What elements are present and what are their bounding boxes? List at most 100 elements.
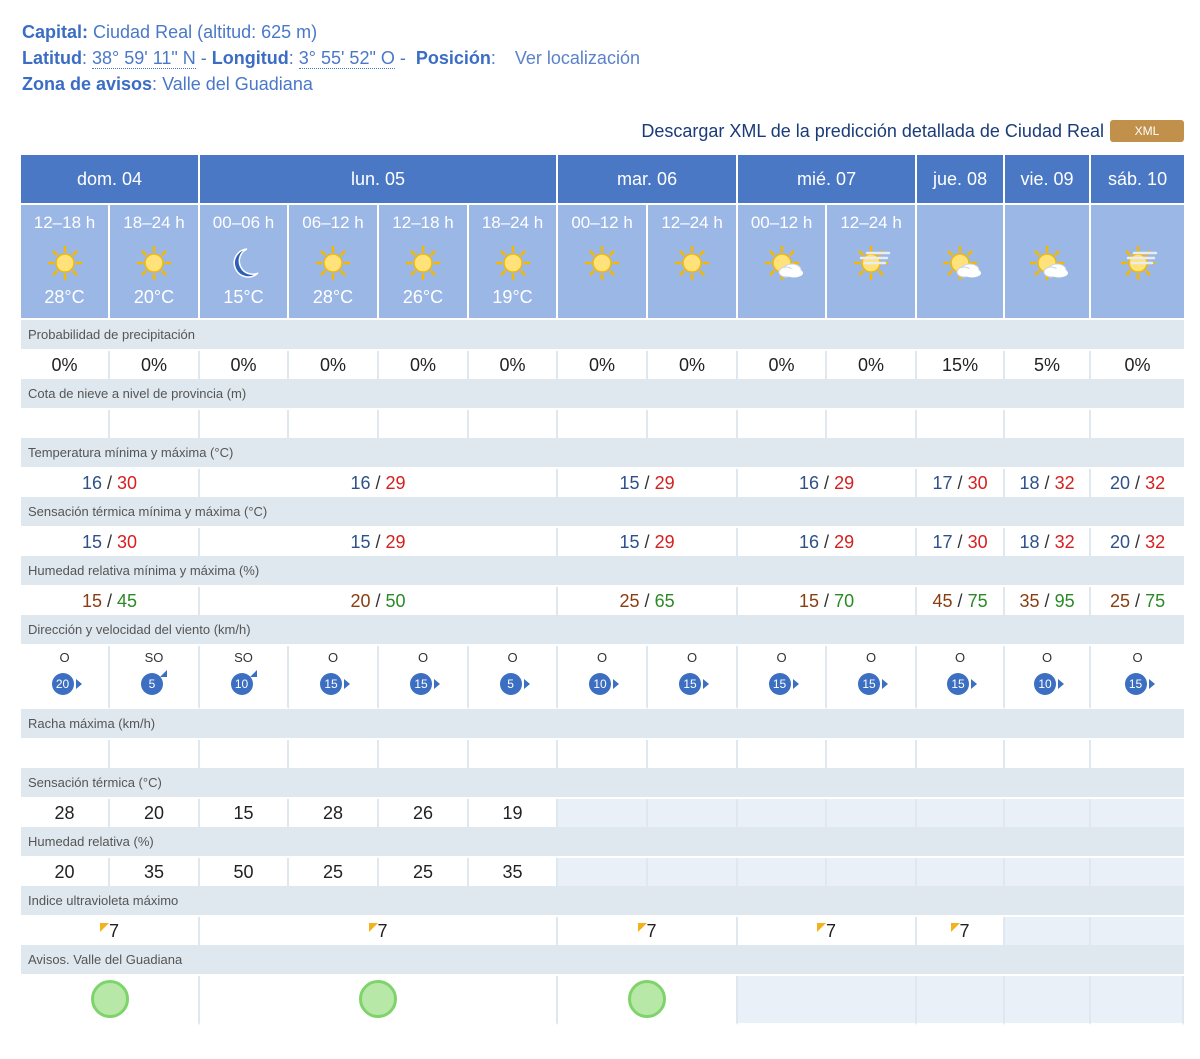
uv-value: 7 — [826, 920, 837, 941]
separator: / — [952, 531, 968, 552]
lat-value: 38° 59' 11" N — [92, 48, 196, 69]
forecast-slot[interactable]: 18–24 h 20°C — [110, 205, 201, 320]
forecast-slot[interactable]: 00–12 h — [558, 205, 649, 320]
slot-time: 00–12 h — [750, 213, 813, 232]
hum-max: 75 — [967, 590, 988, 611]
uv-flag-icon — [950, 922, 960, 932]
day-label: dom. 04 — [76, 168, 143, 189]
day-header: lun. 05 — [200, 155, 559, 205]
day-header-row: dom. 04 lun. 05 mar. 06 mié. 07 jue. 08 vie. … — [21, 155, 1185, 205]
sun-icon — [648, 243, 736, 283]
xml-download-link[interactable]: Descargar XML de la predicción detallada… — [641, 121, 1104, 142]
feels-slot-row: 28 20 15 28 26 19 — [21, 799, 1185, 827]
separator: / — [952, 472, 968, 493]
forecast-slot[interactable] — [1005, 205, 1092, 320]
gust-cell — [21, 740, 110, 768]
feels-slot-cell: 26 — [379, 799, 470, 827]
uv-value: 7 — [959, 920, 970, 941]
wind-arrow-icon: 10 — [230, 669, 257, 699]
forecast-slot[interactable]: 12–18 h 28°C — [21, 205, 110, 320]
wind-arrow-icon: 15 — [679, 672, 710, 699]
feels-cell: 20 / 32 — [1091, 528, 1185, 556]
snow-cell — [110, 410, 201, 438]
forecast-slot[interactable]: 12–24 h — [827, 205, 918, 320]
row-label: Indice ultravioleta máximo — [21, 886, 1185, 917]
lon-value: 3° 55' 52" O — [298, 48, 395, 69]
warning-level-icon[interactable] — [628, 980, 667, 1018]
row-label: Racha máxima (km/h) — [21, 709, 1185, 740]
separator: / — [1039, 531, 1055, 552]
hum-min: 25 — [1110, 590, 1131, 611]
separator: / — [639, 531, 655, 552]
day-header: dom. 04 — [21, 155, 201, 205]
forecast-table: dom. 04 lun. 05 mar. 06 mié. 07 jue. 08 vie. … — [21, 155, 1185, 1025]
feels-slot-cell — [827, 799, 918, 827]
forecast-slot[interactable]: 00–12 h — [738, 205, 828, 320]
hum-max: 50 — [385, 590, 406, 611]
forecast-slot[interactable]: 12–18 h 26°C — [379, 205, 470, 320]
arrow-icon — [344, 678, 351, 689]
hum-slot-row: 20 35 50 25 25 35 — [21, 858, 1185, 886]
hum-min: 35 — [1019, 590, 1040, 611]
forecast-slot[interactable]: 00–06 h 15°C — [200, 205, 290, 320]
avisos-row — [21, 976, 1185, 1025]
temp-cell: 16 / 29 — [738, 469, 918, 497]
feels-max: 29 — [654, 531, 675, 552]
gust-cell — [289, 740, 380, 768]
forecast-slot[interactable] — [1091, 205, 1185, 320]
slot-temp: 28°C — [312, 287, 354, 307]
uv-value: 7 — [377, 920, 388, 941]
feels-max: 29 — [834, 531, 855, 552]
separator: / — [370, 472, 386, 493]
separator: / — [102, 531, 118, 552]
forecast-slot[interactable] — [917, 205, 1006, 320]
forecast-slot[interactable]: 18–24 h 19°C — [469, 205, 559, 320]
row-label: Dirección y velocidad del viento (km/h) — [21, 615, 1185, 646]
forecast-slot[interactable]: 12–24 h — [648, 205, 739, 320]
avisos-cell — [917, 976, 1006, 1025]
slot-time — [917, 213, 1003, 233]
sun-cloud-icon — [1005, 243, 1089, 283]
warning-level-icon[interactable] — [90, 980, 129, 1018]
row-label: Cota de nieve a nivel de provincia (m) — [21, 379, 1185, 410]
hum-slot-cell: 50 — [200, 858, 290, 886]
snow-cell — [379, 410, 470, 438]
temp-min: 16 — [799, 472, 820, 493]
gust-cell — [469, 740, 559, 768]
precip-cell: 0% — [738, 351, 828, 379]
snow-row — [21, 410, 1185, 438]
xml-button[interactable]: XML — [1110, 120, 1184, 142]
hum-max: 45 — [117, 590, 138, 611]
gust-row — [21, 740, 1185, 768]
feels-slot-cell — [1005, 799, 1092, 827]
avisos-label-row: Avisos. Valle del Guadiana — [21, 945, 1185, 976]
wind-direction: SO — [234, 649, 253, 665]
feels-slot-cell — [917, 799, 1006, 827]
feels-cell: 15 / 30 — [21, 528, 201, 556]
arrow-icon — [792, 678, 799, 689]
wind-speed: 15 — [1124, 672, 1147, 695]
location-link[interactable]: Ver localización — [515, 48, 640, 68]
wind-cell: O 15 — [827, 646, 918, 709]
precip-cell: 0% — [200, 351, 290, 379]
warning-level-icon[interactable] — [359, 980, 398, 1018]
wind-speed: 15 — [320, 672, 343, 695]
uv-row: 7 7 7 7 7 — [21, 917, 1185, 945]
capital-line: Capital: Ciudad Real (altitud: 625 m) — [22, 19, 317, 45]
feels-max: 30 — [117, 531, 138, 552]
feels-max: 32 — [1054, 531, 1075, 552]
feels-slot-cell: 19 — [469, 799, 559, 827]
hum-cell: 25 / 75 — [1091, 587, 1185, 615]
temp-cell: 18 / 32 — [1005, 469, 1092, 497]
hum-cell: 35 / 95 — [1005, 587, 1092, 615]
separator: / — [1039, 590, 1055, 611]
hum_slot-label-row: Humedad relativa (%) — [21, 827, 1185, 858]
coords-line: Latitud: 38° 59' 11" N - Longitud: 3° 55… — [22, 48, 640, 69]
temp-min: 16 — [81, 472, 102, 493]
row-label: Humedad relativa (%) — [21, 827, 1185, 858]
separator: / — [639, 472, 655, 493]
pos-label: Posición — [415, 48, 491, 68]
hum-slot-cell — [558, 858, 649, 886]
uv-flag-icon — [817, 922, 827, 932]
forecast-slot[interactable]: 06–12 h 28°C — [289, 205, 380, 320]
